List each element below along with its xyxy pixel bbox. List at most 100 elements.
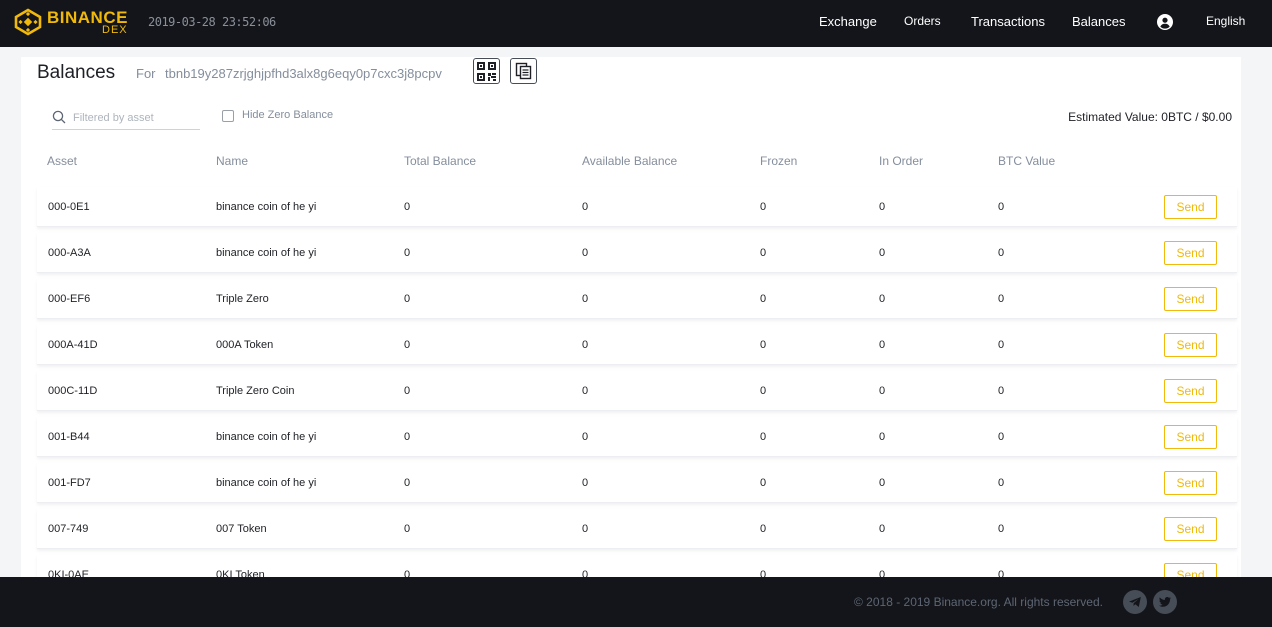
- telegram-glyph: [1129, 597, 1141, 607]
- in-order-balance: 0: [879, 523, 886, 535]
- copy-icon: [515, 62, 531, 80]
- available-balance: 0: [582, 385, 589, 397]
- btc-value: 0: [998, 293, 1005, 305]
- asset-name: 007 Token: [216, 523, 267, 535]
- available-balance: 0: [582, 201, 589, 213]
- available-balance: 0: [582, 339, 589, 351]
- asset-name: Triple Zero Coin: [216, 385, 295, 397]
- table-row: 001-FD7 binance coin of he yi 0 0 0 0 0 …: [37, 463, 1237, 503]
- send-button[interactable]: Send: [1164, 425, 1217, 449]
- btc-value: 0: [998, 523, 1005, 535]
- binance-dex-logo[interactable]: BINANCE DEX: [14, 7, 132, 39]
- btc-value: 0: [998, 339, 1005, 351]
- asset-symbol: 000A-41D: [48, 339, 98, 351]
- total-balance: 0: [404, 431, 411, 443]
- in-order-balance: 0: [879, 339, 886, 351]
- twitter-glyph: [1159, 597, 1171, 607]
- in-order-balance: 0: [879, 293, 886, 305]
- address-for-label: For: [136, 66, 156, 81]
- table-row: 000C-11D Triple Zero Coin 0 0 0 0 0 Send: [37, 371, 1237, 411]
- in-order-balance: 0: [879, 569, 886, 577]
- column-header-asset[interactable]: Asset: [47, 154, 77, 168]
- available-balance: 0: [582, 569, 589, 577]
- account-icon[interactable]: [1157, 14, 1173, 30]
- column-header-btc-value[interactable]: BTC Value: [998, 154, 1055, 168]
- total-balance: 0: [404, 385, 411, 397]
- twitter-icon[interactable]: [1153, 590, 1177, 614]
- table-row: 000-A3A binance coin of he yi 0 0 0 0 0 …: [37, 233, 1237, 273]
- table-row: 000A-41D 000A Token 0 0 0 0 0 Send: [37, 325, 1237, 365]
- table-row: 007-749 007 Token 0 0 0 0 0 Send: [37, 509, 1237, 549]
- asset-symbol: 000-A3A: [48, 247, 91, 259]
- send-button[interactable]: Send: [1164, 471, 1217, 495]
- footer: © 2018 - 2019 Binance.org. All rights re…: [0, 577, 1272, 627]
- top-navbar: BINANCE DEX 2019-03-28 23:52:06 Exchange…: [0, 0, 1272, 47]
- search-icon: [52, 110, 66, 124]
- nav-orders[interactable]: Orders: [904, 14, 941, 28]
- send-button[interactable]: Send: [1164, 333, 1217, 357]
- asset-symbol: 000C-11D: [48, 385, 98, 397]
- send-button[interactable]: Send: [1164, 241, 1217, 265]
- table-row: 000-0E1 binance coin of he yi 0 0 0 0 0 …: [37, 187, 1237, 227]
- asset-name: binance coin of he yi: [216, 431, 317, 443]
- btc-value: 0: [998, 201, 1005, 213]
- asset-name: binance coin of he yi: [216, 201, 317, 213]
- nav-balances[interactable]: Balances: [1072, 14, 1125, 29]
- filter-bar: Hide Zero Balance Estimated Value: 0BTC …: [37, 97, 1237, 139]
- send-button[interactable]: Send: [1164, 517, 1217, 541]
- send-button[interactable]: Send: [1164, 379, 1217, 403]
- column-header-total-balance[interactable]: Total Balance: [404, 154, 476, 168]
- qr-code-button[interactable]: [473, 58, 500, 84]
- language-selector[interactable]: English: [1206, 14, 1245, 28]
- hide-zero-balance-checkbox[interactable]: [222, 110, 234, 122]
- send-button[interactable]: Send: [1164, 563, 1217, 577]
- total-balance: 0: [404, 569, 411, 577]
- asset-symbol: 001-B44: [48, 431, 90, 443]
- available-balance: 0: [582, 247, 589, 259]
- column-header-available-balance[interactable]: Available Balance: [582, 154, 677, 168]
- telegram-icon[interactable]: [1123, 590, 1147, 614]
- page-title: Balances: [37, 62, 116, 83]
- table-row: 000-EF6 Triple Zero 0 0 0 0 0 Send: [37, 279, 1237, 319]
- hide-zero-balance-label[interactable]: Hide Zero Balance: [242, 109, 333, 121]
- nav-exchange[interactable]: Exchange: [819, 14, 877, 29]
- table-row: 0KI-0AE 0KI Token 0 0 0 0 0 Send: [37, 555, 1237, 577]
- available-balance: 0: [582, 293, 589, 305]
- in-order-balance: 0: [879, 201, 886, 213]
- in-order-balance: 0: [879, 385, 886, 397]
- available-balance: 0: [582, 431, 589, 443]
- search-input[interactable]: [73, 109, 198, 126]
- btc-value: 0: [998, 569, 1005, 577]
- frozen-balance: 0: [760, 385, 767, 397]
- nav-transactions[interactable]: Transactions: [971, 14, 1045, 29]
- server-clock: 2019-03-28 23:52:06: [148, 15, 276, 29]
- total-balance: 0: [404, 523, 411, 535]
- column-header-frozen[interactable]: Frozen: [760, 154, 797, 168]
- table-header: Asset Name Total Balance Available Balan…: [37, 154, 1237, 172]
- frozen-balance: 0: [760, 431, 767, 443]
- frozen-balance: 0: [760, 201, 767, 213]
- asset-symbol: 007-749: [48, 523, 89, 535]
- copy-address-button[interactable]: [510, 58, 537, 84]
- btc-value: 0: [998, 385, 1005, 397]
- total-balance: 0: [404, 339, 411, 351]
- in-order-balance: 0: [879, 477, 886, 489]
- asset-name: Triple Zero: [216, 293, 269, 305]
- frozen-balance: 0: [760, 523, 767, 535]
- send-button[interactable]: Send: [1164, 287, 1217, 311]
- total-balance: 0: [404, 201, 411, 213]
- frozen-balance: 0: [760, 477, 767, 489]
- send-button[interactable]: Send: [1164, 195, 1217, 219]
- balances-panel: Balances For tbnb19y287zrjghjpfhd3alx8g6…: [21, 57, 1241, 577]
- column-header-in-order[interactable]: In Order: [879, 154, 923, 168]
- asset-symbol: 0KI-0AE: [48, 569, 89, 577]
- asset-symbol: 000-EF6: [48, 293, 91, 305]
- available-balance: 0: [582, 523, 589, 535]
- brand-subtitle: DEX: [102, 24, 128, 36]
- asset-name: 0KI Token: [216, 569, 265, 577]
- column-header-name[interactable]: Name: [216, 154, 248, 168]
- copyright-text: © 2018 - 2019 Binance.org. All rights re…: [854, 595, 1103, 609]
- frozen-balance: 0: [760, 293, 767, 305]
- frozen-balance: 0: [760, 339, 767, 351]
- table-row: 001-B44 binance coin of he yi 0 0 0 0 0 …: [37, 417, 1237, 457]
